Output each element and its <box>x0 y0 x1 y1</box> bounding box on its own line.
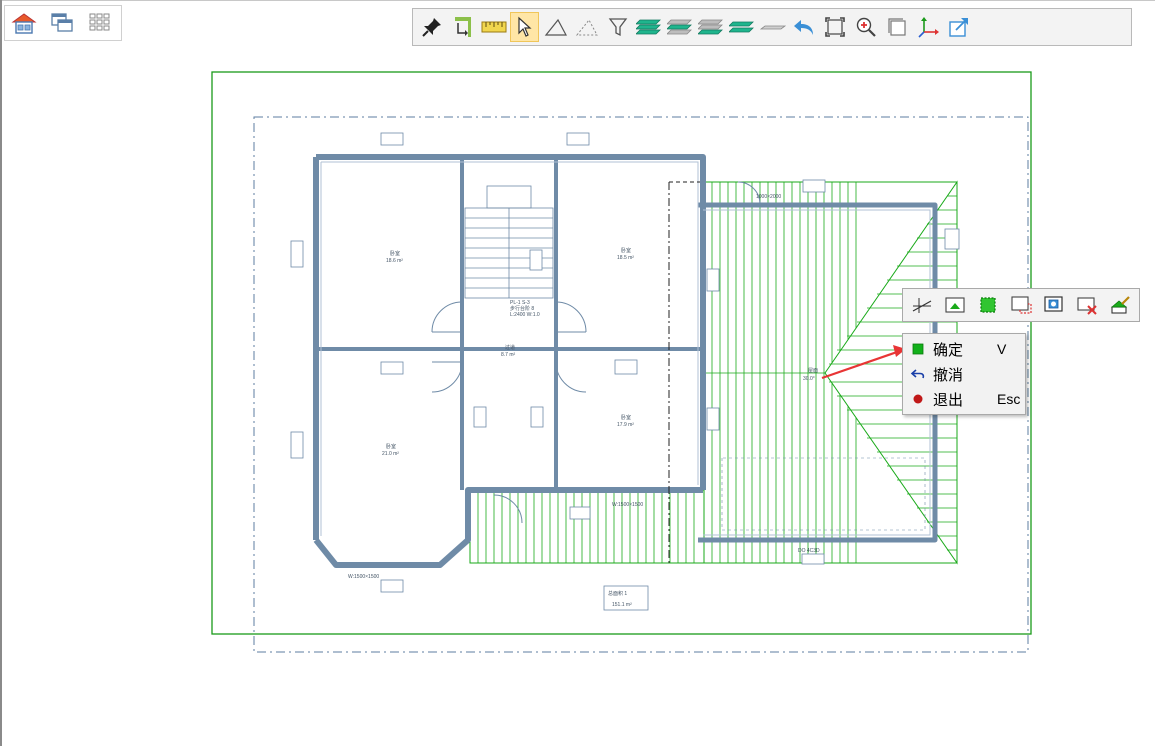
menu-item-confirm-label: 确定 <box>933 341 964 359</box>
menu-item-confirm[interactable]: 确定 V <box>903 337 1025 361</box>
menu-item-confirm-shortcut: V <box>997 341 1007 357</box>
window-tag-2: W:1500×1500 <box>348 574 379 580</box>
remove-picture-icon[interactable] <box>1072 292 1102 318</box>
room-name-1: 卧室 <box>390 250 400 257</box>
menu-item-undo-label: 撤消 <box>933 366 964 384</box>
room-area-2: 18.5 m² <box>617 255 634 261</box>
stair-label-3: L:2400 W:1.0 <box>510 312 540 318</box>
room-area-4: 21.0 m² <box>382 451 399 457</box>
roof-edit-toolbar <box>902 288 1140 322</box>
room-name-3: 过道 <box>505 344 515 351</box>
axis-draw-icon[interactable] <box>907 292 937 318</box>
area-tag-title: 总面积 1 <box>608 590 627 597</box>
confirm-green-square-icon <box>903 343 933 355</box>
roof-label: 屋面 <box>808 368 818 374</box>
context-menu: 确定 V 撤消 退出 Esc <box>902 333 1026 415</box>
area-tag-value: 151.1 m² <box>612 602 632 608</box>
picture-arrow-icon[interactable] <box>940 292 970 318</box>
room-area-3: 8.7 m² <box>501 352 516 358</box>
room-area-5: 17.9 m² <box>617 422 634 428</box>
menu-item-exit-shortcut: Esc <box>997 391 1021 407</box>
staircase[interactable] <box>464 185 554 299</box>
red-dotted-corner-icon[interactable] <box>1006 292 1036 318</box>
opening-tag: 1000×2000 <box>756 194 781 200</box>
green-dotted-select-icon[interactable] <box>973 292 1003 318</box>
room-name-2: 卧室 <box>621 247 631 254</box>
blue-window-icon[interactable] <box>1039 292 1069 318</box>
menu-item-exit[interactable]: 退出 Esc <box>903 387 1025 411</box>
doors[interactable] <box>431 181 761 524</box>
room-area-1: 18.6 m² <box>386 258 403 264</box>
menu-item-exit-label: 退出 <box>933 391 964 409</box>
roof-brush-icon[interactable] <box>1105 292 1135 318</box>
exit-red-dot-icon <box>903 393 933 405</box>
menu-item-undo[interactable]: 撤消 <box>903 362 1025 386</box>
roof-value: 30.0° <box>803 376 815 382</box>
stair-label-2: 步行台阶 8 <box>510 305 534 312</box>
room-name-4: 卧室 <box>386 443 396 450</box>
window-tag: W:1500×1500 <box>612 502 643 508</box>
room-name-5: 卧室 <box>621 414 631 421</box>
undo-blue-arrow-icon <box>903 368 933 380</box>
bottom-tag: DO 4C3D <box>798 548 820 554</box>
